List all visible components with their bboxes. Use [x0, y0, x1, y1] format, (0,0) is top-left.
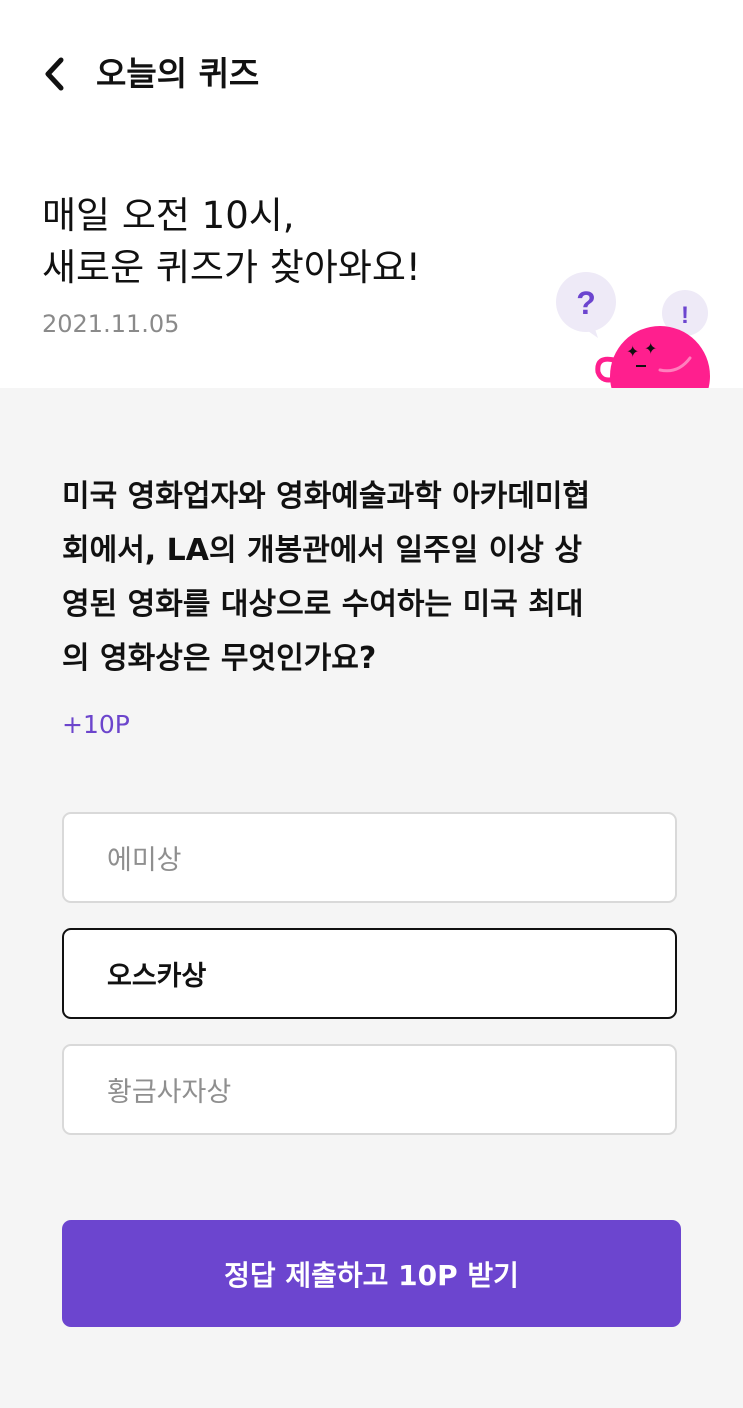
intro-headline: 매일 오전 10시, 새로운 퀴즈가 찾아와요!: [42, 190, 421, 294]
submit-answer-button[interactable]: 정답 제출하고 10P 받기: [62, 1220, 681, 1327]
svg-text:✦: ✦: [626, 342, 639, 361]
bubble-question-mark: ?: [576, 285, 596, 321]
submit-answer-label: 정답 제출하고 10P 받기: [224, 1258, 519, 1292]
chevron-left-icon: [45, 57, 64, 91]
question-line: 의 영화상은 무엇인가요?: [62, 641, 377, 676]
answer-option-label: 오스카상: [107, 961, 207, 992]
question-line: 회에서, LA의 개봉관에서 일주일 이상 상: [62, 533, 582, 568]
question-line: 미국 영화업자와 영화예술과학 아카데미협: [62, 479, 591, 514]
headline-line-1: 매일 오전 10시,: [42, 194, 295, 237]
page-title: 오늘의 퀴즈: [96, 54, 260, 93]
bubble-exclamation-mark: !: [681, 302, 689, 329]
svg-text:✦: ✦: [644, 339, 657, 358]
answer-option-oscar[interactable]: 오스카상: [62, 928, 677, 1019]
answer-option-label: 에미상: [107, 845, 182, 876]
question-line: 영된 영화를 대상으로 수여하는 미국 최대: [62, 587, 584, 622]
quiz-date: 2021.11.05: [42, 310, 180, 338]
answer-option-label: 황금사자상: [107, 1077, 232, 1108]
answer-option-emmy[interactable]: 에미상: [62, 812, 677, 903]
headline-line-2: 새로운 퀴즈가 찾아와요!: [42, 246, 421, 289]
reward-points-label: +10P: [62, 710, 130, 739]
answer-option-golden-lion[interactable]: 황금사자상: [62, 1044, 677, 1135]
header-section: 오늘의 퀴즈 매일 오전 10시, 새로운 퀴즈가 찾아와요! 2021.11.…: [0, 0, 743, 388]
back-button[interactable]: [30, 50, 78, 98]
quiz-question: 미국 영화업자와 영화예술과학 아카데미협 회에서, LA의 개봉관에서 일주일…: [62, 470, 702, 686]
mascot-illustration: ? ! ✦ ✦: [556, 272, 710, 388]
